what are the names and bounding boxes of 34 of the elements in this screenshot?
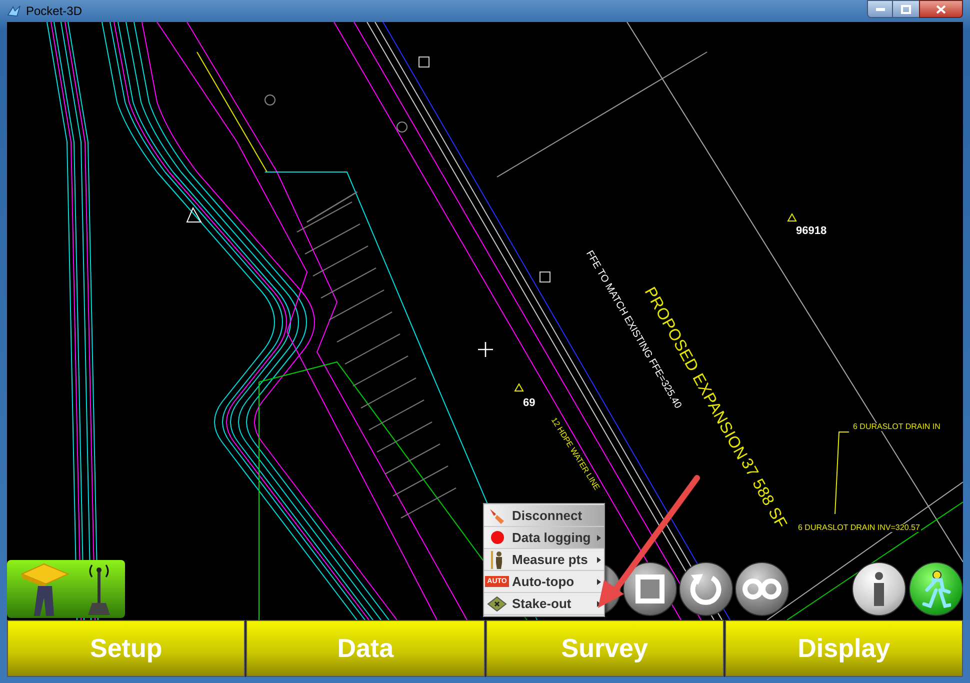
loop-button[interactable] (735, 562, 789, 616)
crosshair-icon (478, 342, 493, 357)
infinity-icon (742, 577, 782, 601)
walk-button[interactable] (909, 562, 963, 616)
info-button[interactable] (852, 562, 906, 616)
drawing-label: 6 DURASLOT DRAIN IN (852, 423, 942, 431)
close-button[interactable] (919, 0, 963, 18)
maximize-icon (901, 4, 911, 14)
surveyor-icon (489, 550, 505, 568)
point-number: 69 (523, 398, 536, 409)
submenu-caret-icon (597, 534, 601, 540)
stop-icon (635, 574, 665, 604)
rotate-arrow-icon (688, 571, 724, 607)
maximize-button[interactable] (893, 0, 919, 18)
plug-icon (488, 506, 506, 524)
stop-button[interactable] (623, 562, 677, 616)
minimize-icon (876, 8, 884, 10)
info-icon (872, 572, 886, 606)
stake-target-icon (487, 596, 507, 612)
status-panel[interactable] (7, 560, 125, 618)
point-number: 96918 (796, 226, 827, 237)
close-icon (936, 4, 946, 14)
walking-person-icon (921, 570, 951, 608)
minimize-button[interactable] (867, 0, 893, 18)
window-title: Pocket-3D (26, 3, 82, 20)
submenu-caret-icon (597, 578, 601, 584)
drawing-label: 6 DURASLOT DRAIN INV=320.57 (797, 524, 921, 532)
undo-button[interactable] (679, 562, 733, 616)
submenu-caret-icon (597, 556, 601, 562)
menu-item[interactable]: Stake-out (484, 593, 604, 615)
menu-item[interactable]: Disconnect (484, 505, 604, 527)
app-logo-icon (7, 5, 21, 17)
menu-item[interactable]: Measure pts (484, 549, 604, 571)
menu-item[interactable]: Data logging (484, 527, 604, 549)
